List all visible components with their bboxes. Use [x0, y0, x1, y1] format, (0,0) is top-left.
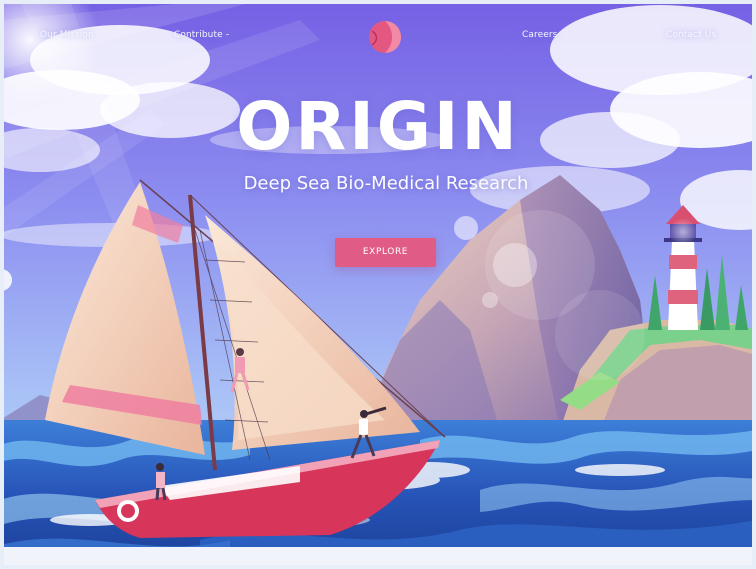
underline-mark — [225, 34, 229, 35]
lighthouse — [664, 205, 702, 330]
nav-label: Contact Us — [666, 30, 717, 40]
origin-logo-icon[interactable] — [368, 19, 404, 55]
nav-label: Careers — [522, 30, 558, 40]
page-frame: Our Mission Contribute Careers Contact U… — [0, 0, 756, 569]
nav-label: Contribute — [174, 30, 223, 40]
bottom-strip — [0, 547, 756, 569]
nav-link-contribute[interactable]: Contribute — [174, 30, 229, 40]
underline-mark — [560, 34, 564, 35]
underline-mark — [719, 34, 723, 35]
hero-title: ORIGIN — [236, 88, 520, 165]
nav-label: Our Mission — [40, 30, 94, 40]
underline-mark — [96, 34, 100, 35]
nav-link-contact-us[interactable]: Contact Us — [666, 30, 723, 40]
explore-button[interactable]: EXPLORE — [335, 238, 436, 267]
nav-link-careers[interactable]: Careers — [522, 30, 564, 40]
top-nav: Our Mission Contribute Careers Contact U… — [0, 0, 756, 60]
logo-mark — [369, 21, 401, 53]
hero-subtitle: Deep Sea Bio-Medical Research — [243, 173, 529, 194]
nav-link-our-mission[interactable]: Our Mission — [40, 30, 100, 40]
